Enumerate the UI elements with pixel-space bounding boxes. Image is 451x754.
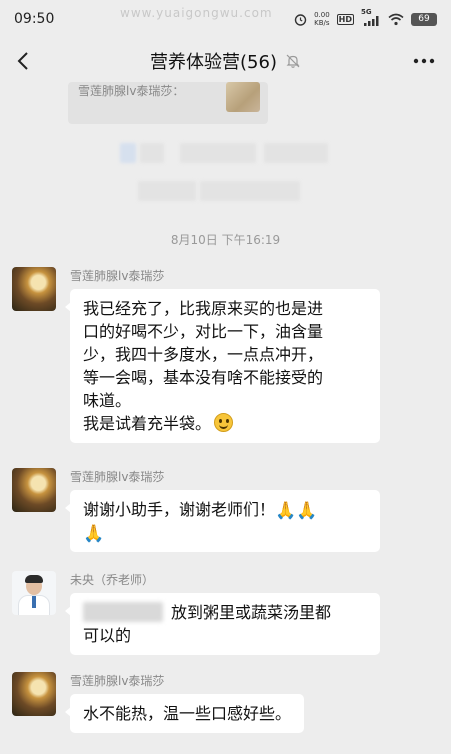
signal-icon: 5G [361,8,381,26]
message-line: 口的好喝不少，对比一下，油含量 [83,322,324,341]
message-text: 我是试着充半袋。 [83,414,212,433]
avatar[interactable] [12,672,56,716]
message-bubble[interactable]: 谢谢小助手，谢谢老师们！🙏🙏 🙏 [65,490,380,552]
sender-name: 雪莲肺腺lv泰瑞莎 [70,674,165,688]
watermark: www.yuaigongwu.com [120,6,273,20]
redacted-block [200,181,300,201]
avatar-image [12,267,56,311]
wifi-icon [388,12,404,26]
message-line-with-emoji: 我是试着充半袋。 [83,412,367,435]
avatar[interactable] [12,571,56,615]
chat-title: 营养体验营(56) [150,52,277,73]
sender-name: 未央（乔老师） [70,573,155,587]
status-time: 09:50 [14,11,55,27]
mute-bell-icon [285,53,301,69]
quoted-message-card[interactable]: 雪莲肺腺lv泰瑞莎： [68,82,268,124]
message-line: 水不能热，温一些口感好些。 [83,704,292,723]
pray-emoji-icon: 🙏 [275,501,297,521]
back-button[interactable] [8,46,38,76]
more-button[interactable] [409,46,439,76]
redacted-block [120,143,136,163]
message-line: 等一会喝，基本没有啥不能接受的 [83,368,324,387]
redacted-block [264,143,328,163]
chat-header: 营养体验营(56) [0,38,451,84]
message-line: 谢谢小助手，谢谢老师们！🙏🙏 [83,498,367,521]
net-speed-value: 0.00 [314,11,330,19]
message-line: 少，我四十多度水，一点点冲开， [83,345,324,364]
message-bubble[interactable]: 放到粥里或蔬菜汤里都 可以的 [65,593,380,655]
avatar-image [12,571,56,615]
avatar[interactable] [12,468,56,512]
redacted-block [140,143,164,163]
hd-badge: HD [336,13,354,25]
avatar[interactable] [12,267,56,311]
redacted-block [180,143,256,163]
signal-label: 5G [361,8,372,16]
status-bar: 09:50 www.yuaigongwu.com 0.00 KB/s HD 5G… [0,0,451,38]
message-line: 放到粥里或蔬菜汤里都 [83,601,367,624]
net-speed-unit: KB/s [314,19,330,27]
avatar-image [12,468,56,512]
message-text: 谢谢小助手，谢谢老师们！ [83,500,276,519]
message-bubble[interactable]: 水不能热，温一些口感好些。 [64,694,305,733]
redacted-text [83,602,163,622]
avatar-image [12,672,56,716]
status-icons: 0.00 KB/s HD 5G 69 [293,8,437,27]
back-icon [17,52,28,70]
message-timestamp: 8月10日 下午16:19 [170,233,281,247]
battery-indicator: 69 [411,12,437,26]
message-line: 味道。 [83,391,132,410]
sender-name: 雪莲肺腺lv泰瑞莎 [70,470,165,484]
smile-emoji-icon [214,413,234,432]
pray-emoji-icon: 🙏 [296,501,318,521]
message-text: 放到粥里或蔬菜汤里都 [171,603,332,622]
sender-name: 雪莲肺腺lv泰瑞莎 [70,269,165,283]
message-line: 可以的 [83,626,132,645]
pray-emoji-icon: 🙏 [83,524,105,544]
quoted-image-thumbnail [226,82,260,112]
message-line: 🙏 [83,521,367,544]
message-line: 我已经充了，比我原来买的也是进 [83,299,324,318]
alarm-icon [293,12,307,26]
net-speed: 0.00 KB/s [314,11,330,27]
more-icon [413,58,435,64]
title-wrap: 营养体验营(56) [150,48,301,74]
quoted-message-text: 雪莲肺腺lv泰瑞莎： [78,84,185,98]
redacted-block [138,181,196,201]
message-bubble[interactable]: 我已经充了，比我原来买的也是进 口的好喝不少，对比一下，油含量 少，我四十多度水… [65,289,380,443]
